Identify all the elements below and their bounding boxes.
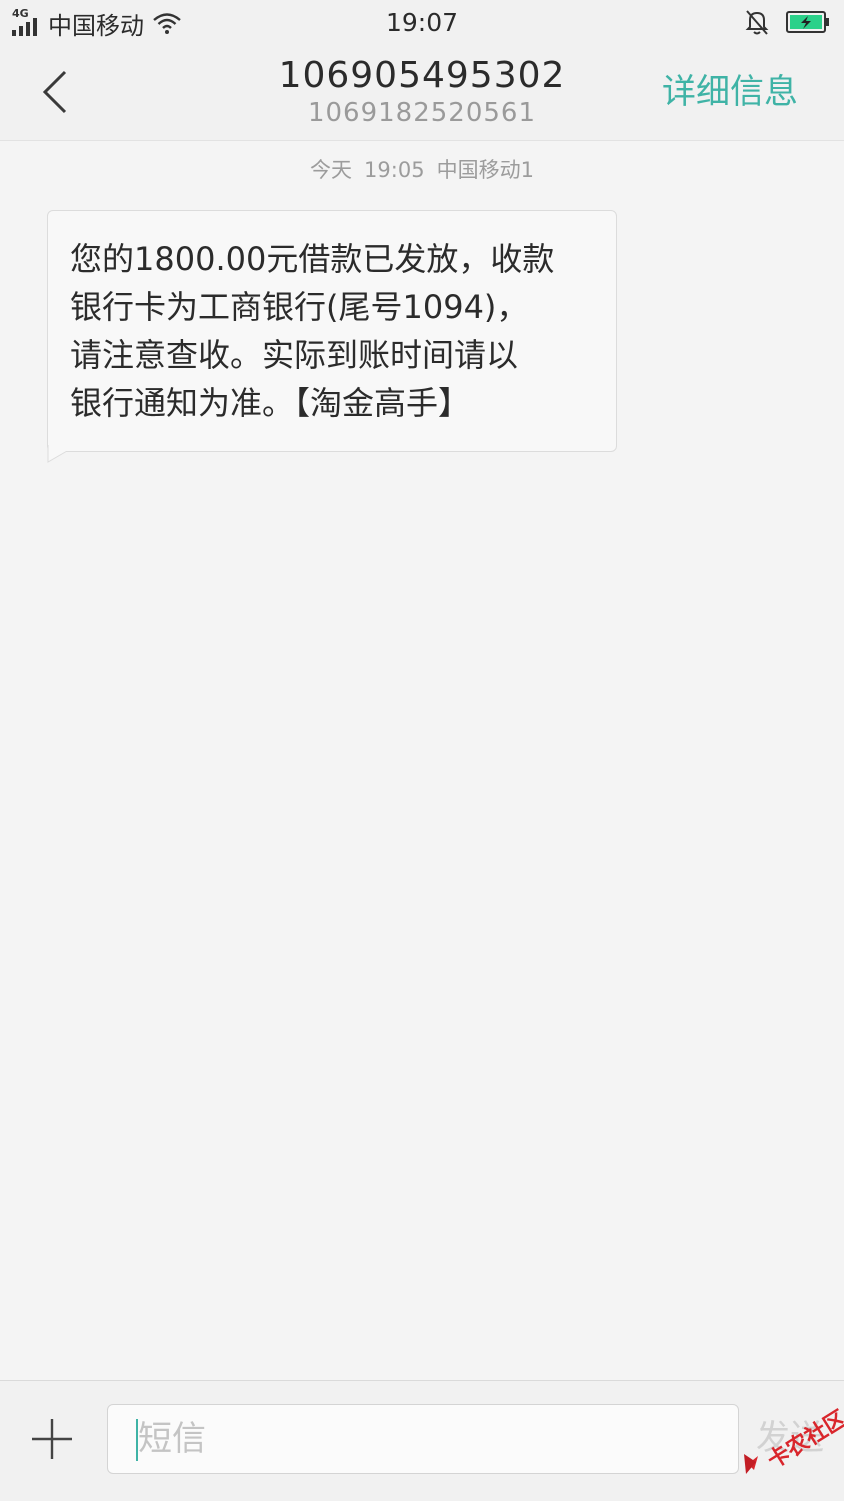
back-button[interactable]: [26, 60, 86, 124]
message-text: 您的1800.00元借款已发放，收款 银行卡为工商银行(尾号1094)， 请注意…: [70, 240, 555, 422]
timestamp-time: 19:05: [364, 158, 425, 182]
bubble-tail: [47, 445, 68, 463]
message-bubble[interactable]: 您的1800.00元借款已发放，收款 银行卡为工商银行(尾号1094)， 请注意…: [47, 210, 617, 452]
status-right: [744, 8, 830, 36]
contact-number: 106905495302: [278, 55, 566, 96]
message-input[interactable]: [107, 1404, 739, 1474]
text-cursor: [136, 1419, 138, 1461]
battery-charging-icon: [786, 11, 829, 33]
contact-subnumber: 1069182520561: [307, 98, 537, 128]
timestamp-date: 今天: [310, 158, 353, 182]
bell-muted-icon: [745, 10, 769, 35]
conversation-header: 106905495302 1069182520561 详细信息: [0, 46, 844, 141]
watermark-logo: 卡农社区: [740, 1404, 844, 1484]
details-button[interactable]: 详细信息: [662, 72, 798, 112]
timestamp-sim: 中国移动1: [436, 158, 534, 182]
composer-bar: 发送: [0, 1380, 844, 1501]
message-timestamp: 今天 19:05 中国移动1: [0, 156, 844, 184]
status-time: 19:07: [385, 8, 459, 37]
contact-title: 106905495302 1069182520561: [222, 54, 622, 128]
plus-icon[interactable]: [28, 1415, 76, 1463]
chevron-left-icon: [42, 70, 67, 114]
status-bar: 4G 中国移动 19:07: [0, 0, 844, 46]
